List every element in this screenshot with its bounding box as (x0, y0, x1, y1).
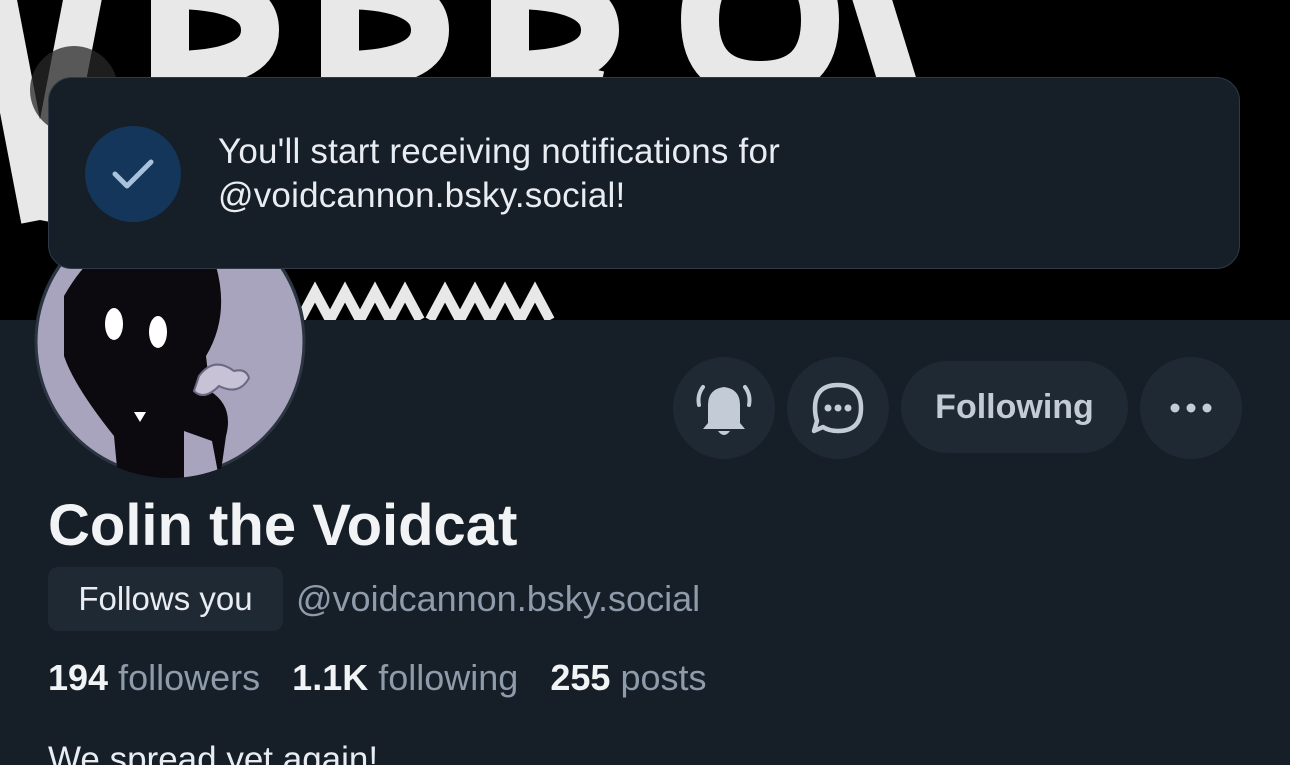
chat-bubble-icon (811, 382, 864, 434)
following-count: 1.1K (292, 657, 369, 698)
posts-stat: 255 posts (550, 657, 706, 698)
display-name: Colin the Voidcat (48, 493, 518, 558)
profile-stats: 194 followers 1.1K following 255 posts (48, 650, 728, 706)
more-options-button[interactable] (1140, 357, 1242, 459)
ellipsis-icon (1170, 403, 1212, 413)
toast-line-2: @voidcannon.bsky.social! (218, 176, 626, 215)
toast-message: You'll start receiving notifications for… (218, 130, 1118, 218)
following-stat[interactable]: 1.1K following (292, 657, 518, 698)
profile-handle: @voidcannon.bsky.social (296, 578, 701, 619)
follows-you-badge: Follows you (48, 567, 283, 631)
bell-ringing-icon (696, 385, 752, 435)
followers-stat[interactable]: 194 followers (48, 657, 260, 698)
followers-count: 194 (48, 657, 109, 698)
posts-count: 255 (550, 657, 611, 698)
following-button[interactable]: Following (901, 361, 1128, 453)
notification-bell-button[interactable] (673, 357, 775, 459)
toast-line-1: You'll start receiving notifications for (218, 132, 781, 171)
check-icon (85, 126, 181, 222)
notification-toast[interactable]: You'll start receiving notifications for… (48, 77, 1240, 269)
following-label: following (378, 657, 519, 698)
followers-label: followers (118, 657, 261, 698)
profile-page: You'll start receiving notifications for… (0, 0, 1290, 765)
message-button[interactable] (787, 357, 889, 459)
profile-bio: We spread yet again! (48, 740, 379, 765)
posts-label: posts (620, 657, 707, 698)
